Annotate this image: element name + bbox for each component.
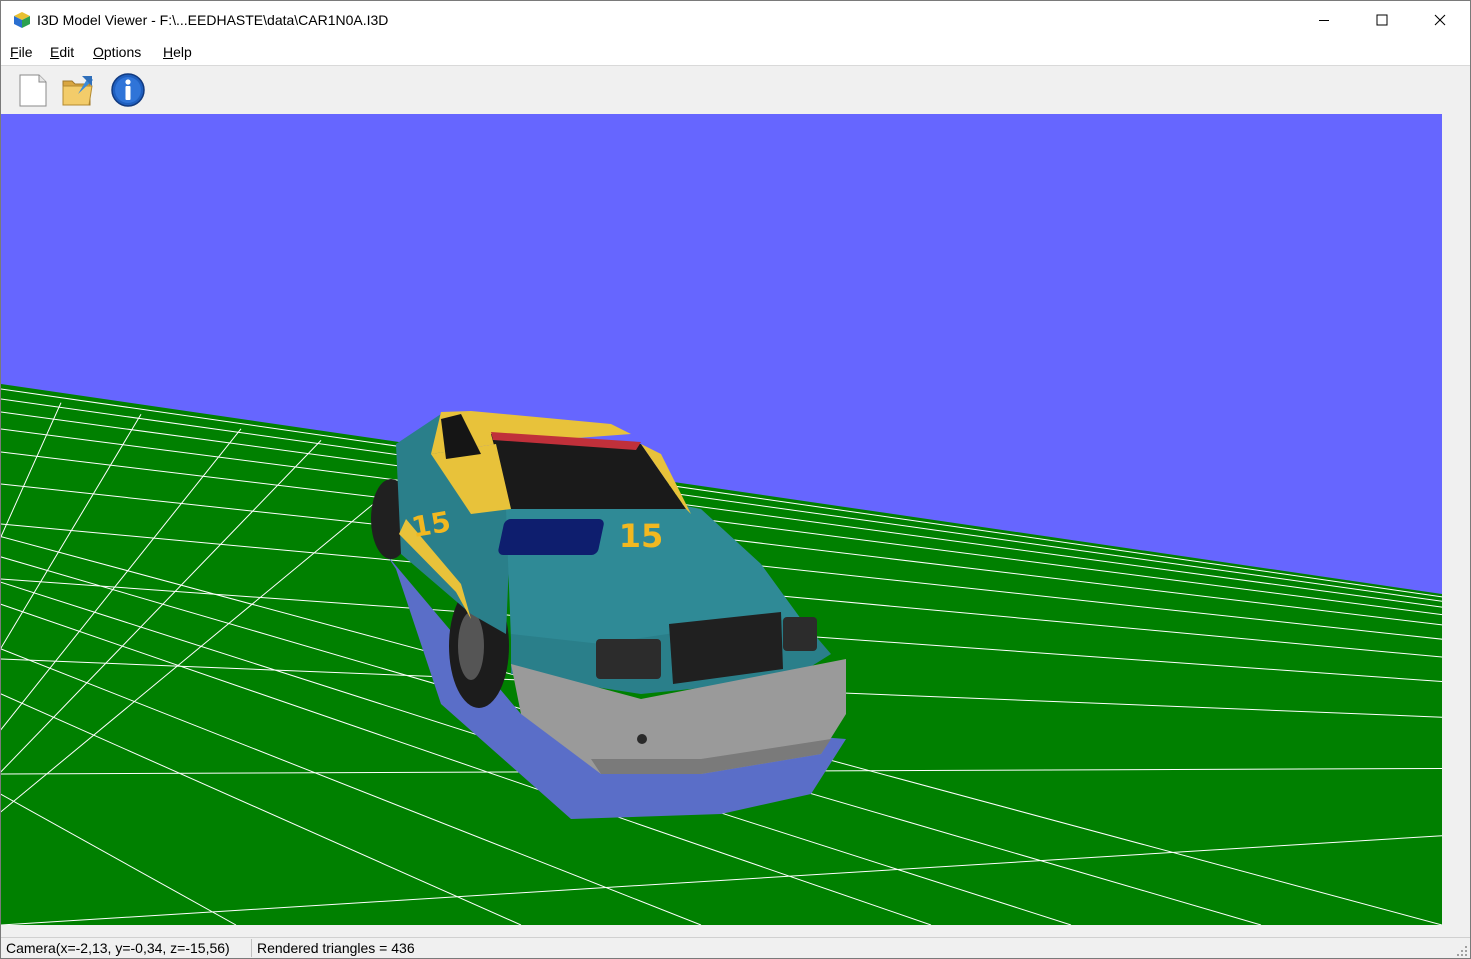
close-button[interactable] [1411, 1, 1469, 39]
open-button[interactable] [60, 72, 96, 108]
menu-options[interactable]: Options [93, 43, 141, 61]
maximize-icon [1376, 14, 1388, 26]
menu-bar: File Edit Options Help [1, 39, 1470, 66]
scene-render: 15 15 [1, 114, 1442, 925]
open-folder-icon [62, 76, 93, 106]
maximize-button[interactable] [1353, 1, 1411, 39]
minimize-button[interactable] [1295, 1, 1353, 39]
about-button[interactable] [110, 72, 146, 108]
window-title: I3D Model Viewer - F:\...EEDHASTE\data\C… [37, 12, 389, 28]
status-bar: Camera(x=-2,13, y=-0,34, z=-15,56) Rende… [1, 937, 1470, 958]
resize-grip-icon[interactable] [1454, 943, 1468, 957]
hood-number-text: 15 [619, 517, 664, 555]
triangle-count-status: Rendered triangles = 436 [257, 940, 415, 956]
toolbar [1, 66, 1470, 114]
app-window: I3D Model Viewer - F:\...EEDHASTE\data\C… [0, 0, 1471, 959]
new-button[interactable] [15, 72, 51, 108]
car-number-hood: 15 [498, 517, 664, 555]
headlight-left [596, 639, 661, 679]
minimize-icon [1319, 20, 1329, 21]
tow-hook [637, 734, 647, 744]
car-number-door: 15 [409, 505, 453, 544]
door-number-text: 15 [409, 505, 453, 544]
menu-help[interactable]: Help [163, 43, 192, 61]
title-bar[interactable]: I3D Model Viewer - F:\...EEDHASTE\data\C… [1, 1, 1470, 39]
camera-status: Camera(x=-2,13, y=-0,34, z=-15,56) [3, 939, 252, 957]
close-icon [1434, 14, 1446, 26]
new-document-icon [19, 74, 47, 107]
headlight-right [783, 617, 817, 651]
menu-edit[interactable]: Edit [50, 43, 74, 61]
front-wheel-rim [458, 612, 484, 680]
viewport-right-gutter [1442, 114, 1470, 925]
3d-viewport[interactable]: 15 15 [1, 114, 1442, 925]
info-icon [111, 73, 145, 107]
menu-file[interactable]: File [10, 43, 33, 61]
app-cube-icon [14, 12, 30, 28]
